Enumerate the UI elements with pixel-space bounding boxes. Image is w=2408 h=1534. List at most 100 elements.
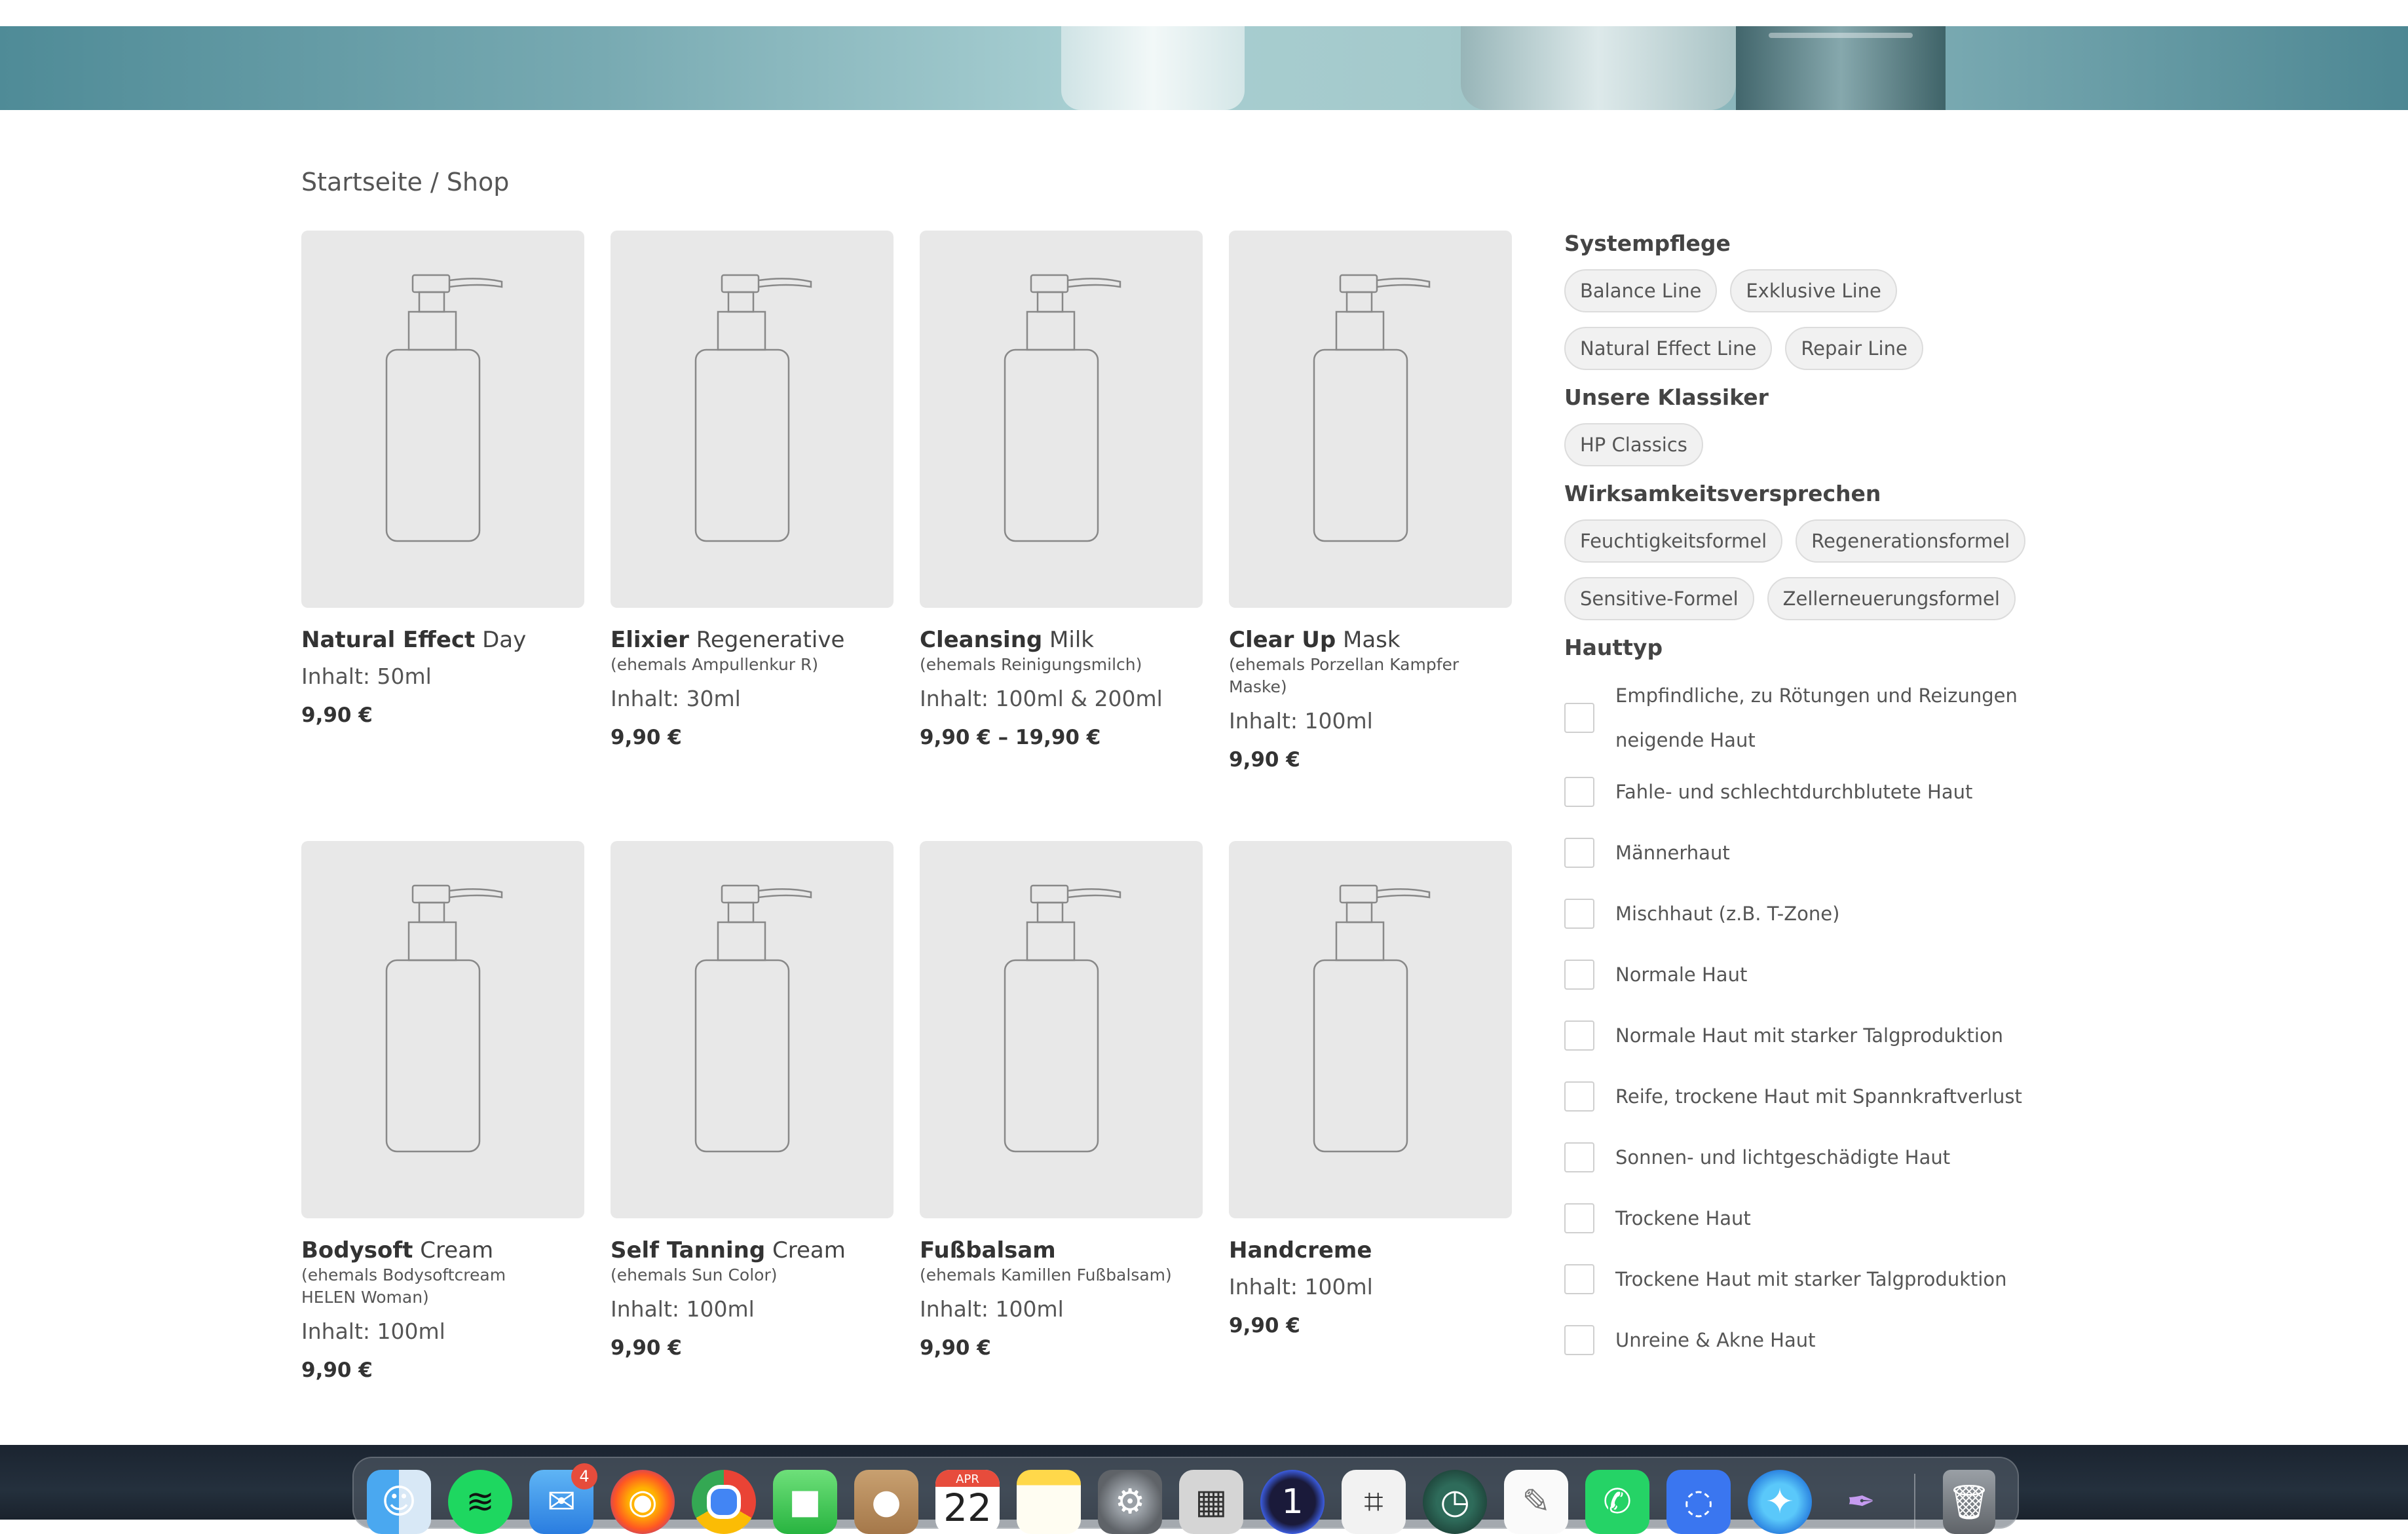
product-image[interactable] [920, 841, 1203, 1218]
calculator-icon[interactable]: ▦ [1179, 1470, 1243, 1534]
quill-icon[interactable]: ✒ [1829, 1470, 1893, 1534]
contacts-icon[interactable]: ● [854, 1470, 918, 1534]
finder-icon[interactable]: ☺ [367, 1470, 431, 1534]
product-image[interactable] [1229, 231, 1512, 608]
checkbox[interactable] [1564, 1081, 1594, 1112]
product-title[interactable]: Handcreme [1229, 1237, 1512, 1264]
checkbox-label[interactable]: Reife, trockene Haut mit Spannkraftverlu… [1615, 1082, 2022, 1111]
checkbox-label[interactable]: Trockene Haut [1615, 1204, 1751, 1233]
product-content: Inhalt: 100ml & 200ml [920, 686, 1163, 711]
filter-tag[interactable]: Exklusive Line [1730, 269, 1897, 312]
product-card[interactable]: Clear Up Mask (ehemals Porzellan Kampfer… [1229, 231, 1512, 772]
checkbox-label[interactable]: Normale Haut [1615, 960, 1747, 989]
signal-icon[interactable]: ◌ [1666, 1470, 1731, 1534]
product-image[interactable] [301, 841, 584, 1218]
filter-tag[interactable]: Zellerneuerungsformel [1767, 577, 2016, 620]
product-title[interactable]: Fußbalsam [920, 1237, 1203, 1264]
product-price: 9,90 € [611, 726, 682, 749]
checkbox[interactable] [1564, 1325, 1594, 1355]
product-card[interactable]: Handcreme Inhalt: 100ml 9,90 € [1229, 841, 1512, 1338]
checkbox[interactable] [1564, 1264, 1594, 1294]
checkbox[interactable] [1564, 899, 1594, 929]
product-title[interactable]: Elixier Regenerative [611, 626, 894, 654]
checkbox-label[interactable]: Mischhaut (z.B. T-Zone) [1615, 899, 1839, 928]
product-card[interactable]: Elixier Regenerative (ehemals Ampullenku… [611, 231, 894, 749]
product-title[interactable]: Bodysoft Cream [301, 1237, 584, 1264]
filter-tag[interactable]: Balance Line [1564, 269, 1718, 312]
product-card[interactable]: Fußbalsam (ehemals Kamillen Fußbalsam) I… [920, 841, 1203, 1360]
breadcrumb[interactable]: Startseite / Shop [301, 168, 509, 196]
product-content: Inhalt: 100ml [1229, 708, 1373, 734]
hauttyp-option[interactable]: Normale Haut [1564, 960, 2062, 990]
hauttyp-option[interactable]: Reife, trockene Haut mit Spannkraftverlu… [1564, 1081, 2062, 1112]
hauttyp-option[interactable]: Männerhaut [1564, 838, 2062, 868]
filter-tag[interactable]: Natural Effect Line [1564, 327, 1773, 370]
product-card[interactable]: Natural Effect Day Inhalt: 50ml 9,90 € [301, 231, 584, 727]
safari-icon[interactable]: ✦ [1748, 1470, 1812, 1534]
product-title[interactable]: Natural Effect Day [301, 626, 584, 654]
hauttyp-option[interactable]: Normale Haut mit starker Talgproduktion [1564, 1020, 2062, 1051]
product-price: 9,90 € [301, 703, 373, 727]
checkbox-label[interactable]: Normale Haut mit starker Talgproduktion [1615, 1021, 2003, 1050]
filter-tag[interactable]: Regenerationsformel [1796, 519, 2026, 563]
time-machine-icon[interactable]: ◷ [1423, 1470, 1487, 1534]
calendar-icon[interactable]: APR 22 [935, 1470, 1000, 1534]
mail-icon[interactable]: ✉ 4 [529, 1463, 597, 1534]
product-card[interactable]: Self Tanning Cream (ehemals Sun Color) I… [611, 841, 894, 1360]
checkbox[interactable] [1564, 1020, 1594, 1051]
product-subtitle: (ehemals Bodysoftcream HELEN Woman) [301, 1265, 506, 1307]
hero-product-image [1061, 26, 1245, 110]
checkbox-label[interactable]: Empfindliche, zu Rötungen und Reizungen … [1615, 673, 2022, 762]
hauttyp-option[interactable]: Fahle- und schlechtdurchblutete Haut [1564, 777, 2062, 807]
chrome-icon[interactable] [692, 1470, 756, 1534]
screenshot-icon[interactable]: ⌗ [1342, 1470, 1406, 1534]
product-subtitle: (ehemals Kamillen Fußbalsam) [920, 1265, 1172, 1284]
product-title[interactable]: Cleansing Milk [920, 626, 1203, 654]
product-subtitle: (ehemals Sun Color) [611, 1265, 778, 1284]
notes-icon[interactable] [1017, 1470, 1081, 1534]
checkbox[interactable] [1564, 838, 1594, 868]
checkbox[interactable] [1564, 777, 1594, 807]
checkbox-label[interactable]: Männerhaut [1615, 838, 1730, 867]
trash-icon[interactable]: 🗑 [1943, 1470, 1995, 1534]
hauttyp-option[interactable]: Trockene Haut mit starker Talgproduktion [1564, 1264, 2062, 1294]
calendar-day: 22 [943, 1486, 992, 1530]
checkbox[interactable] [1564, 703, 1594, 733]
hauttyp-option[interactable]: Trockene Haut [1564, 1203, 2062, 1233]
product-card[interactable]: Bodysoft Cream (ehemals Bodysoftcream HE… [301, 841, 584, 1382]
product-image[interactable] [301, 231, 584, 608]
checkbox[interactable] [1564, 1142, 1594, 1172]
product-content: Inhalt: 100ml [611, 1296, 755, 1322]
product-card[interactable]: Cleansing Milk (ehemals Reinigungsmilch)… [920, 231, 1203, 749]
hauttyp-option[interactable]: Sonnen- und lichtgeschädigte Haut [1564, 1142, 2062, 1172]
checkbox-label[interactable]: Trockene Haut mit starker Talgproduktion [1615, 1265, 2007, 1294]
textedit-icon[interactable]: ✎ [1504, 1470, 1568, 1534]
onepassword-icon[interactable]: 1 [1260, 1470, 1325, 1534]
filter-tag[interactable]: Feuchtigkeitsformel [1564, 519, 1783, 563]
product-price: 9,90 € [611, 1336, 682, 1360]
filter-tag[interactable]: Sensitive-Formel [1564, 577, 1754, 620]
product-image[interactable] [611, 231, 894, 608]
product-subtitle: (ehemals Ampullenkur R) [611, 655, 819, 674]
filter-tag[interactable]: HP Classics [1564, 423, 1703, 466]
whatsapp-icon[interactable]: ✆ [1585, 1470, 1649, 1534]
product-content: Inhalt: 50ml [301, 664, 432, 689]
checkbox-label[interactable]: Fahle- und schlechtdurchblutete Haut [1615, 777, 1972, 806]
hauttyp-option[interactable]: Empfindliche, zu Rötungen und Reizungen … [1564, 673, 2062, 762]
product-image[interactable] [920, 231, 1203, 608]
firefox-icon[interactable]: ◉ [611, 1470, 675, 1534]
product-title[interactable]: Clear Up Mask [1229, 626, 1512, 654]
system-preferences-icon[interactable]: ⚙ [1098, 1470, 1162, 1534]
product-image[interactable] [1229, 841, 1512, 1218]
checkbox-label[interactable]: Unreine & Akne Haut [1615, 1326, 1815, 1355]
checkbox-label[interactable]: Sonnen- und lichtgeschädigte Haut [1615, 1143, 1950, 1172]
hauttyp-option[interactable]: Unreine & Akne Haut [1564, 1325, 2062, 1355]
filter-tag[interactable]: Repair Line [1785, 327, 1923, 370]
checkbox[interactable] [1564, 960, 1594, 990]
checkbox[interactable] [1564, 1203, 1594, 1233]
hauttyp-option[interactable]: Mischhaut (z.B. T-Zone) [1564, 899, 2062, 929]
product-image[interactable] [611, 841, 894, 1218]
product-title[interactable]: Self Tanning Cream [611, 1237, 894, 1264]
facetime-icon[interactable]: ■ [773, 1470, 837, 1534]
spotify-icon[interactable]: ≋ [448, 1470, 512, 1534]
